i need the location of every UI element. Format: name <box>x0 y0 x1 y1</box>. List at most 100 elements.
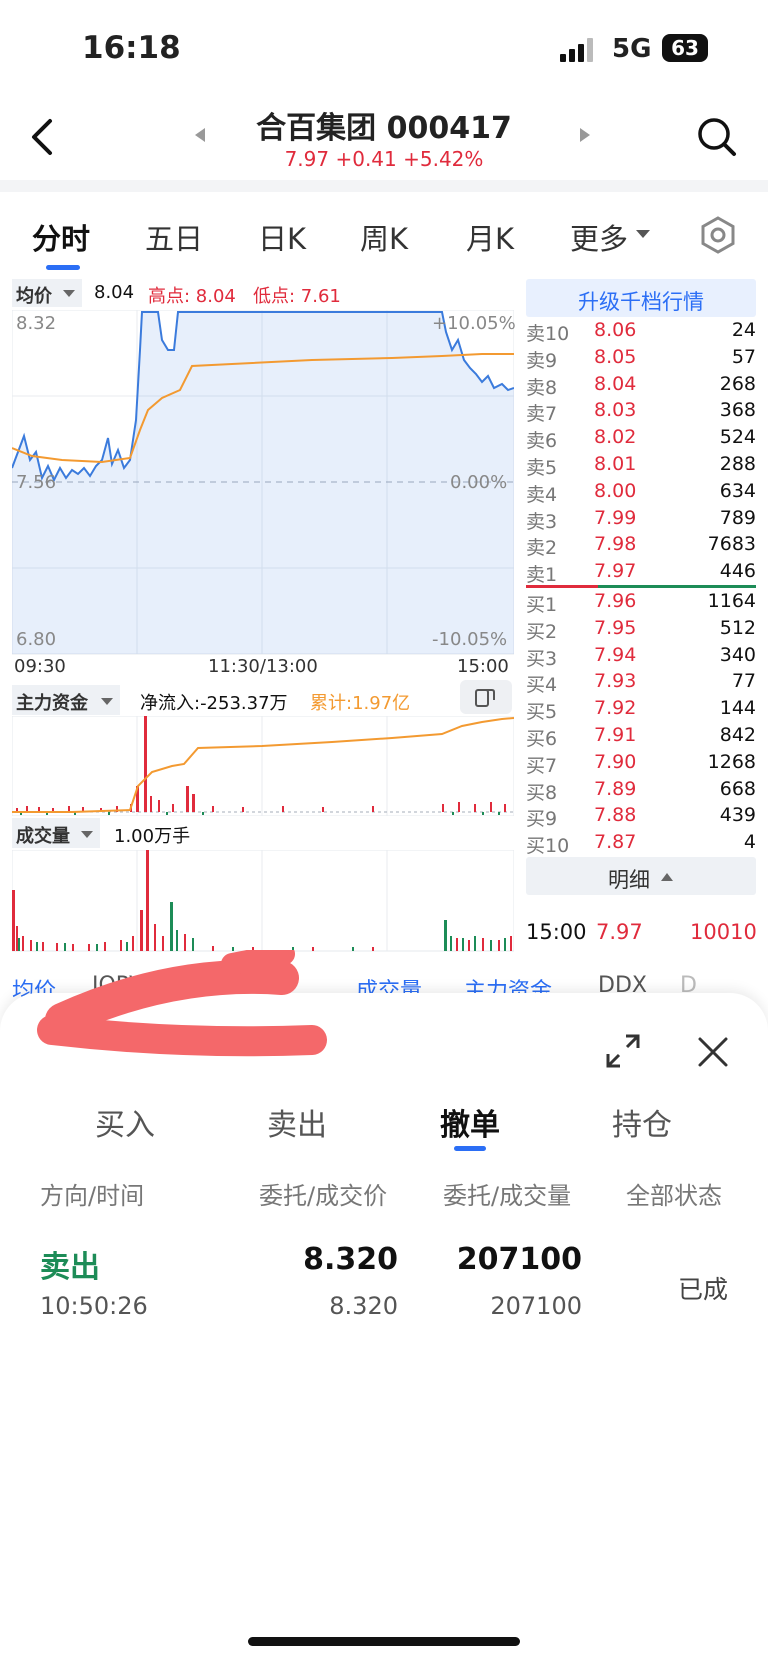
y-axis-bottom: 6.80 <box>16 629 57 650</box>
y-axis-top: 8.32 <box>16 313 57 334</box>
x-axis-start: 09:30 <box>14 656 66 677</box>
ask-quantity: 634 <box>719 479 756 502</box>
col-status-filter[interactable]: 全部状态 <box>626 1176 722 1211</box>
bid-price: 7.88 <box>594 804 637 827</box>
sheet-tab-buy[interactable]: 买入 <box>95 1100 155 1144</box>
trade-price: 7.97 <box>596 920 643 944</box>
ask-price: 8.04 <box>594 372 637 395</box>
order-row[interactable]: 卖出 10:50:26 8.320 8.320 207100 207100 已成 <box>0 1230 768 1340</box>
bid-row[interactable]: 买8 7.89 668 <box>526 778 756 804</box>
bid-row[interactable]: 买3 7.94 340 <box>526 644 756 670</box>
upgrade-depth-button[interactable]: 升级千档行情 <box>526 279 756 317</box>
volume-dropdown-icon <box>81 831 93 838</box>
avg-value: 8.04 <box>94 282 135 303</box>
ask-level: 卖6 <box>526 430 558 453</box>
x-axis-end: 15:00 <box>457 656 509 677</box>
col-quantity: 委托/成交量 <box>443 1182 572 1210</box>
bid-quantity: 1268 <box>707 750 756 773</box>
bid-price: 7.94 <box>594 643 637 666</box>
ask-row[interactable]: 卖1 7.97 446 <box>526 560 756 586</box>
intraday-chart[interactable] <box>12 310 514 655</box>
bid-quantity: 340 <box>719 643 756 666</box>
ask-row[interactable]: 卖2 7.98 7683 <box>526 533 756 559</box>
col-direction-time: 方向/时间 <box>40 1182 145 1210</box>
ask-row[interactable]: 卖10 8.06 24 <box>526 319 756 345</box>
high-point: 高点: 8.04 <box>148 286 236 307</box>
bid-row[interactable]: 买5 7.92 144 <box>526 697 756 723</box>
settings-icon[interactable] <box>699 216 737 254</box>
status-time: 16:18 <box>82 30 181 66</box>
bid-row[interactable]: 买4 7.93 77 <box>526 670 756 696</box>
ask-row[interactable]: 卖4 8.00 634 <box>526 480 756 506</box>
ask-row[interactable]: 卖9 8.05 57 <box>526 346 756 372</box>
bid-price: 7.92 <box>594 697 637 720</box>
volume-selector[interactable]: 成交量 <box>12 818 100 848</box>
col-price: 委托/成交价 <box>259 1182 388 1210</box>
bid-row[interactable]: 买7 7.90 1268 <box>526 751 756 777</box>
battery-icon: 63 <box>662 34 708 62</box>
bid-row[interactable]: 买9 7.88 439 <box>526 804 756 830</box>
ask-level: 卖4 <box>526 483 558 506</box>
close-icon[interactable] <box>697 1036 729 1068</box>
bid-row[interactable]: 买2 7.95 512 <box>526 617 756 643</box>
ask-quantity: 789 <box>719 506 756 529</box>
ask-quantity: 24 <box>731 319 756 341</box>
tab-more[interactable]: 更多 <box>570 216 628 258</box>
ask-level: 卖7 <box>526 403 558 426</box>
ask-quantity: 368 <box>719 399 756 422</box>
tab-weekly-k[interactable]: 周K <box>360 216 408 258</box>
ask-row[interactable]: 卖6 8.02 524 <box>526 426 756 452</box>
sheet-tab-positions[interactable]: 持仓 <box>612 1100 672 1144</box>
sheet-tab-sell[interactable]: 卖出 <box>267 1100 327 1144</box>
pct-axis-top: +10.05% <box>432 313 516 334</box>
order-status: 已成 <box>678 1275 729 1304</box>
bid-price: 7.89 <box>594 777 637 800</box>
ask-row[interactable]: 卖5 8.01 288 <box>526 453 756 479</box>
y-axis-mid: 7.56 <box>16 472 57 493</box>
deal-qty: 207100 <box>490 1292 582 1320</box>
capital-dropdown-icon <box>101 698 113 705</box>
ask-level: 卖8 <box>526 376 558 399</box>
bid-level: 买6 <box>526 728 558 750</box>
ask-price: 8.01 <box>594 453 637 475</box>
capital-selector[interactable]: 主力资金 <box>12 685 120 715</box>
ask-price: 8.06 <box>594 319 637 341</box>
ask-quantity: 524 <box>719 426 756 449</box>
tab-five-day[interactable]: 五日 <box>145 216 203 258</box>
ask-row[interactable]: 卖8 8.04 268 <box>526 373 756 399</box>
volume-chart <box>12 850 514 952</box>
bid-quantity: 842 <box>719 724 756 746</box>
sheet-tab-cancel[interactable]: 撤单 <box>440 1100 500 1144</box>
tab-daily-k[interactable]: 日K <box>258 216 306 258</box>
signal-icon <box>560 38 593 62</box>
order-time: 10:50:26 <box>40 1292 148 1320</box>
cumulative-inflow: 累计:1.97亿 <box>310 693 411 714</box>
ask-price: 7.99 <box>594 506 637 529</box>
avg-selector[interactable]: 均价 <box>12 279 82 307</box>
ask-price: 8.05 <box>594 345 637 368</box>
bid-row[interactable]: 买1 7.96 1164 <box>526 590 756 616</box>
detail-expand-icon <box>661 873 673 881</box>
bid-level: 买5 <box>526 701 558 724</box>
bid-level: 买2 <box>526 620 558 643</box>
bid-row[interactable]: 买6 7.91 842 <box>526 724 756 750</box>
ask-row[interactable]: 卖3 7.99 789 <box>526 507 756 533</box>
bid-price: 7.93 <box>594 670 637 693</box>
sheet-tab-indicator <box>454 1146 486 1151</box>
bid-level: 买1 <box>526 594 558 616</box>
next-stock-icon[interactable] <box>578 127 592 143</box>
tab-intraday[interactable]: 分时 <box>32 216 90 258</box>
ask-level: 卖9 <box>526 349 558 372</box>
bid-quantity: 439 <box>719 804 756 827</box>
search-icon[interactable] <box>696 116 738 158</box>
bid-row[interactable]: 买10 7.87 4 <box>526 831 756 857</box>
expand-icon[interactable] <box>606 1034 640 1068</box>
tab-monthly-k[interactable]: 月K <box>466 216 514 258</box>
ask-quantity: 7683 <box>707 533 756 556</box>
bid-level: 买4 <box>526 674 558 697</box>
ask-row[interactable]: 卖7 8.03 368 <box>526 399 756 425</box>
switch-chart-button[interactable] <box>460 680 512 714</box>
bid-level: 买3 <box>526 647 558 670</box>
bid-quantity: 144 <box>719 697 756 720</box>
detail-button[interactable]: 明细 <box>526 857 756 895</box>
